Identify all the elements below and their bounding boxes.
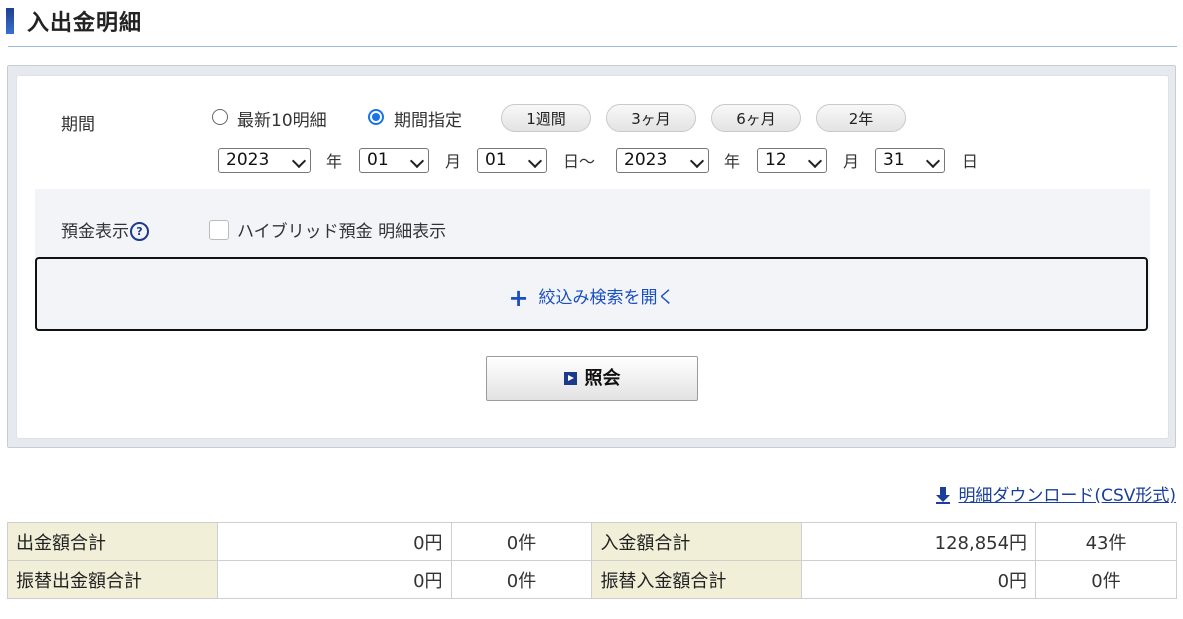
transfer-withdrawal-total-amount: 0円 [216,560,452,599]
table-row: 出金額合計 0円 0件 入金額合計 128,854円 43件 [7,522,1177,561]
deposit-display-text: 預金表示 [61,222,129,242]
summary-table: 出金額合計 0円 0件 入金額合計 128,854円 43件 振替出金額合計 0… [7,522,1177,599]
to-month-value: 12 [765,150,787,170]
from-year-unit: 年 [326,152,343,171]
radio-latest-10-label[interactable]: 最新10明細 [237,106,327,131]
page-header: 入出金明細 [6,6,142,36]
from-month-value: 01 [367,150,389,170]
to-day-select[interactable]: 31 [875,148,945,173]
withdrawal-total-count: 0件 [450,522,593,561]
chevron-down-icon [291,153,307,169]
expand-filter-search-button[interactable]: + 絞込み検索を開く [35,257,1148,331]
from-day-value: 01 [485,150,507,170]
transfer-deposit-total-amount: 0円 [801,560,1037,599]
transfer-withdrawal-total-count: 0件 [450,560,593,599]
deposit-total-amount: 128,854円 [801,522,1037,561]
csv-download-label: 明細ダウンロード(CSV形式) [958,486,1176,506]
csv-download-link[interactable]: 明細ダウンロード(CSV形式) [936,481,1176,506]
transfer-withdrawal-total-label: 振替出金額合計 [7,560,218,599]
radio-latest-10[interactable] [212,109,228,125]
to-day-unit: 日 [962,152,979,171]
to-month-select[interactable]: 12 [757,148,827,173]
chevron-down-icon [807,153,823,169]
download-icon [936,487,951,504]
page-title: 入出金明細 [27,11,143,36]
chevron-down-icon [925,153,941,169]
expand-filter-label: 絞込み検索を開く [538,288,675,308]
quick-1-week-button[interactable]: 1週間 [501,104,591,132]
from-year-select[interactable]: 2023 [218,148,311,173]
radio-period-range[interactable] [368,109,384,125]
to-year-unit: 年 [724,152,741,171]
quick-2-years-button[interactable]: 2年 [816,104,906,132]
period-label: 期間 [61,115,95,135]
inquiry-submit-button[interactable]: 照会 [486,356,698,401]
chevron-down-icon [527,153,543,169]
title-divider [8,46,1177,47]
expand-filter-content: + 絞込み検索を開く [37,283,1146,312]
title-accent-bar [6,8,14,34]
from-year-value: 2023 [226,150,270,170]
play-icon [563,372,577,385]
plus-icon: + [508,284,529,312]
chevron-down-icon [409,153,425,169]
from-day-select[interactable]: 01 [477,148,547,173]
from-day-unit: 日～ [563,152,596,171]
to-year-select[interactable]: 2023 [616,148,709,173]
transfer-deposit-total-label: 振替入金額合計 [591,560,803,599]
withdrawal-total-label: 出金額合計 [7,522,218,561]
help-icon[interactable]: ? [130,222,149,241]
to-month-unit: 月 [843,152,860,171]
withdrawal-total-amount: 0円 [216,522,452,561]
from-month-select[interactable]: 01 [359,148,429,173]
hybrid-deposit-checkbox-label[interactable]: ハイブリッド預金 明細表示 [237,217,446,242]
table-row: 振替出金額合計 0円 0件 振替入金額合計 0円 0件 [7,560,1177,599]
to-day-value: 31 [883,150,905,170]
deposit-display-label: 預金表示? [61,217,149,242]
transfer-deposit-total-count: 0件 [1035,560,1177,599]
to-year-value: 2023 [624,150,668,170]
from-month-unit: 月 [445,152,462,171]
quick-3-months-button[interactable]: 3ヶ月 [606,104,696,132]
chevron-down-icon [689,153,705,169]
radio-period-range-label[interactable]: 期間指定 [394,106,462,131]
hybrid-deposit-checkbox[interactable] [209,220,229,240]
inquiry-submit-label: 照会 [584,368,621,389]
deposit-total-label: 入金額合計 [591,522,803,561]
quick-6-months-button[interactable]: 6ヶ月 [711,104,801,132]
deposit-total-count: 43件 [1035,522,1177,561]
